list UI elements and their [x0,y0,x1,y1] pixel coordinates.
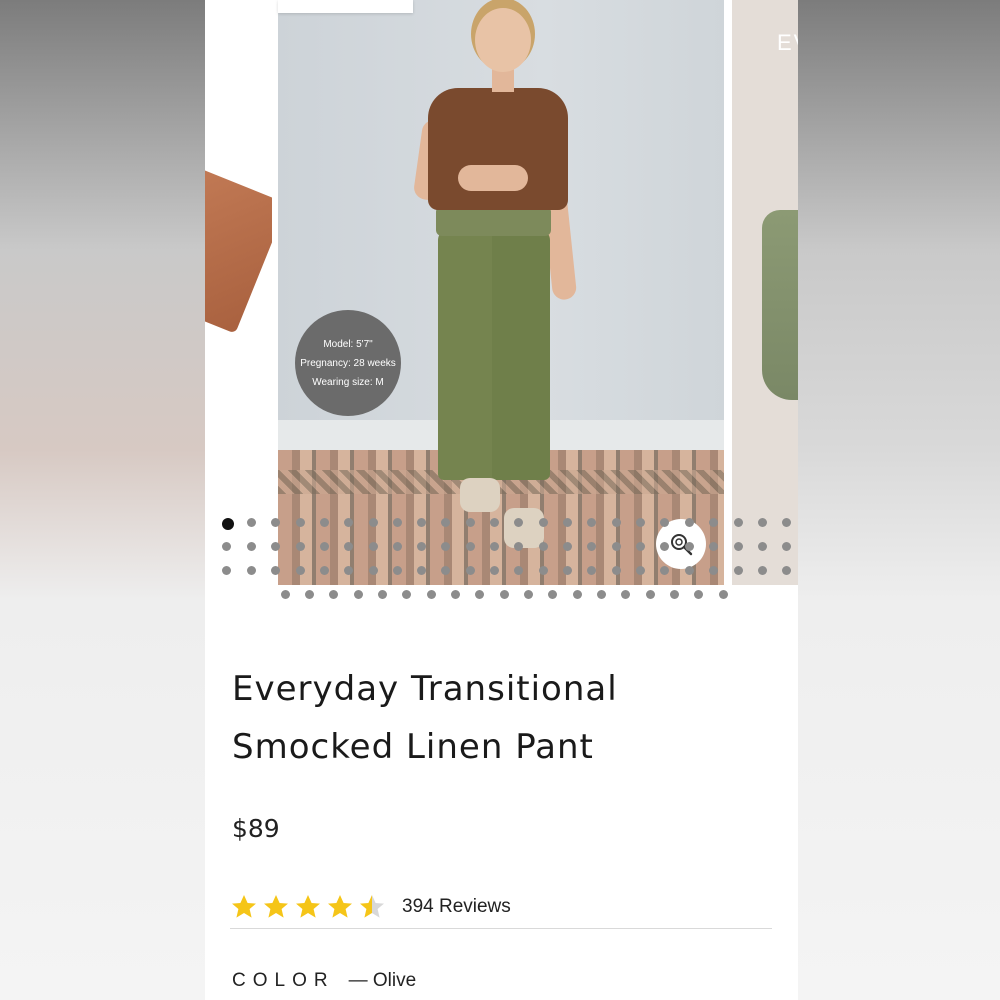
star-icon [232,895,256,918]
model-height: Model: 5'7" [323,338,373,350]
carousel-dot[interactable] [451,590,460,599]
product-page: Model: 5'7" Pregnancy: 28 weeks Wearing … [205,0,798,1000]
divider [230,928,772,929]
carousel-dot[interactable] [621,590,630,599]
carousel-dot[interactable] [475,590,484,599]
selected-color: — Olive [348,970,417,991]
carousel-dot[interactable] [329,590,338,599]
model-pant-leg [438,230,496,480]
top-overlay-tab [278,0,413,13]
model-size: Wearing size: M [312,376,384,388]
carousel-dot[interactable] [597,590,606,599]
carousel-dot[interactable] [281,590,290,599]
color-selector-label: COLOR — Olive [232,970,416,992]
star-rating [230,893,386,921]
carousel-dot[interactable] [719,590,728,599]
color-label: COLOR [232,970,335,991]
blurred-background-left [0,0,205,1000]
carousel-dot[interactable] [694,590,703,599]
product-title-line: Smocked Linen Pant [232,727,594,767]
model-sandal [460,478,500,512]
model-pant-leg [492,230,550,480]
carousel-dot[interactable] [427,590,436,599]
zoom-in-icon [671,534,693,556]
star-icon [328,895,352,918]
carousel-main-slide[interactable]: Model: 5'7" Pregnancy: 28 weeks Wearing … [278,0,724,585]
product-price: $89 [232,814,280,843]
model-info-badge: Model: 5'7" Pregnancy: 28 weeks Wearing … [295,310,401,416]
carousel-next-slide[interactable]: EV [732,0,798,585]
product-title: Everyday Transitional Smocked Linen Pant [232,660,772,776]
product-title-line: Everyday Transitional [232,669,618,709]
carousel-dot[interactable] [670,590,679,599]
pant-product-image [762,210,798,400]
star-icon [360,895,384,918]
model-shirt [428,88,568,210]
fabric-swatch-image [205,166,272,334]
model-sandal [504,508,544,548]
carousel-previous-slide[interactable] [205,0,272,585]
model-pregnancy: Pregnancy: 28 weeks [300,357,396,369]
carousel-dot[interactable] [305,590,314,599]
rating-row[interactable]: 394 Reviews [230,893,511,921]
star-icon [296,895,320,918]
carousel-dot[interactable] [378,590,387,599]
carousel-dot[interactable] [573,590,582,599]
model-smocked-waist [436,206,551,236]
model-hand [458,165,528,191]
next-slide-caption: EV [777,30,798,55]
model-head [475,8,531,72]
carousel-dot[interactable] [646,590,655,599]
blurred-background-right [798,0,1000,1000]
star-icon [264,895,288,918]
carousel-dot[interactable] [402,590,411,599]
carousel-dot[interactable] [500,590,509,599]
zoom-button[interactable] [656,519,706,569]
reviews-link[interactable]: 394 Reviews [402,896,511,918]
carousel-dot[interactable] [524,590,533,599]
carousel-dot[interactable] [354,590,363,599]
carousel-dot[interactable] [548,590,557,599]
